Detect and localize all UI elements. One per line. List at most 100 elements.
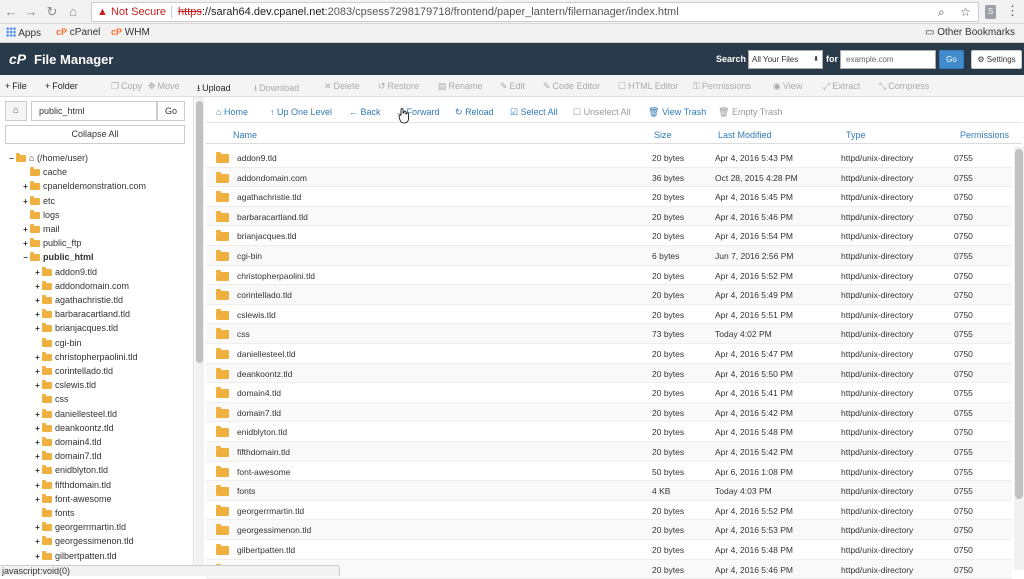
toolbar-download-button[interactable]: ⭳ Download [254, 81, 299, 97]
table-row[interactable]: christopherpaolini.tld 20 bytes Apr 4, 201… [206, 266, 1012, 286]
bookmark-cpanel[interactable]: cP cPanel [56, 27, 100, 38]
table-row[interactable]: daniellesteel.tld 20 bytes Apr 4, 2016 5:4… [206, 344, 1012, 364]
expand-icon[interactable]: + [22, 180, 29, 193]
browser-back-icon[interactable]: ← [4, 4, 18, 20]
browser-home-icon[interactable]: ⌂ [66, 4, 80, 20]
collapse-icon[interactable]: − [8, 152, 15, 165]
column-permissions[interactable]: Permissions [960, 130, 1009, 140]
table-row[interactable]: georgerrmartin.tld 20 bytes Apr 4, 2016 5:… [206, 501, 1012, 521]
tree-item[interactable]: + enidblyton.tld [34, 464, 108, 478]
toolbar-view-button[interactable]: ◉ View [773, 81, 802, 92]
tree-scroll-thumb[interactable] [196, 101, 203, 363]
expand-icon[interactable]: + [34, 479, 41, 492]
table-row[interactable]: deankoontz.tld 20 bytes Apr 4, 2016 5:50 P… [206, 363, 1012, 384]
search-input[interactable]: example.com [840, 50, 936, 69]
unselect-all-link[interactable]: ☐ Unselect All [573, 107, 631, 118]
tree-item[interactable]: cache [22, 166, 67, 180]
tree-item[interactable]: + font-awesome [34, 493, 112, 507]
table-row[interactable]: domain4.tld 20 bytes Apr 4, 2016 5:41 PM ht… [206, 383, 1012, 403]
column-type[interactable]: Type [846, 130, 866, 140]
table-row[interactable]: fifthdomain.tld 20 bytes Apr 4, 2016 5:42 … [206, 442, 1012, 462]
home-link[interactable]: ⌂ Home [216, 107, 248, 117]
search-go-button[interactable]: Go [939, 50, 964, 69]
expand-icon[interactable]: + [22, 223, 29, 236]
tree-item[interactable]: css [34, 393, 69, 407]
tree-item[interactable]: + addondomain.com [34, 280, 129, 294]
column-last-modified[interactable]: Last Modified [718, 130, 772, 140]
expand-icon[interactable]: + [34, 521, 41, 534]
tree-item[interactable]: cgi-bin [34, 337, 82, 351]
bookmark-other[interactable]: ▭ Other Bookmarks [925, 27, 1015, 38]
address-bar[interactable]: ▲ Not Secure https://sarah64.dev.cpanel.… [91, 2, 979, 22]
expand-icon[interactable]: + [34, 351, 41, 364]
table-row[interactable]: addondomain.com 36 bytes Oct 28, 2015 4:28… [206, 167, 1012, 188]
table-row[interactable]: domain7.tld 20 bytes Apr 4, 2016 5:42 PM ht… [206, 402, 1012, 423]
bookmark-whm[interactable]: cP WHM [111, 27, 150, 38]
file-list-scrollbar[interactable] [1014, 147, 1024, 570]
toolbar-delete-button[interactable]: ✕ Delete [324, 81, 360, 92]
expand-icon[interactable]: + [34, 365, 41, 378]
up-one-level-link[interactable]: ↑ Up One Level [270, 107, 332, 117]
toolbar-edit-button[interactable]: ✎ Edit [500, 81, 525, 92]
expand-icon[interactable]: + [34, 408, 41, 421]
path-input[interactable]: public_html [31, 101, 157, 121]
reload-link[interactable]: ↻ Reload [455, 107, 494, 118]
table-row[interactable]: agathachristie.tld 20 bytes Apr 4, 2016 5:… [206, 187, 1012, 207]
home-icon[interactable]: ⌂ [5, 101, 27, 121]
toolbar-folder-button[interactable]: + Folder [45, 81, 78, 91]
bookmark-apps[interactable]: Apps [6, 27, 41, 39]
tree-item[interactable]: + deankoontz.tld [34, 422, 114, 436]
expand-icon[interactable]: + [34, 266, 41, 279]
browser-forward-icon[interactable]: → [24, 4, 38, 20]
table-row[interactable]: brianjacques.tld 20 bytes Apr 4, 2016 5:54… [206, 226, 1012, 246]
toolbar-extract-button[interactable]: ⤢ Extract [823, 81, 860, 92]
empty-trash-link[interactable]: 🗑 Empty Trash [718, 107, 782, 118]
toolbar-file-button[interactable]: + File [5, 81, 27, 91]
view-trash-link[interactable]: 🗑 View Trash [648, 107, 706, 118]
tree-item[interactable]: + barbaracartland.tld [34, 308, 130, 322]
tree-item[interactable]: − public_html [22, 251, 94, 265]
column-name[interactable]: Name [233, 130, 257, 140]
expand-icon[interactable]: + [34, 294, 41, 307]
expand-icon[interactable]: + [34, 550, 41, 563]
collapse-all-button[interactable]: Collapse All [5, 125, 185, 144]
browser-reload-icon[interactable]: ↻ [45, 4, 59, 20]
toolbar-rename-button[interactable]: ▤ Rename [438, 81, 483, 92]
expand-icon[interactable]: + [34, 308, 41, 321]
toolbar-restore-button[interactable]: ↺ Restore [378, 81, 419, 92]
tree-item[interactable]: + public_ftp [22, 237, 82, 251]
expand-icon[interactable]: + [34, 280, 41, 293]
expand-icon[interactable]: + [34, 379, 41, 392]
column-size[interactable]: Size [654, 130, 672, 140]
settings-button[interactable]: ⚙ Settings [971, 50, 1022, 69]
tree-item[interactable]: + agathachristie.tld [34, 294, 123, 308]
table-row[interactable]: corintellado.tld 20 bytes Apr 4, 2016 5:49… [206, 285, 1012, 305]
tree-item[interactable]: + christopherpaolini.tld [34, 351, 138, 365]
select-all-link[interactable]: ☑ Select All [510, 107, 558, 118]
tree-item[interactable]: + daniellesteel.tld [34, 408, 117, 422]
toolbar-permissions-button[interactable]: ⚿ Permissions [693, 81, 751, 92]
toolbar-code-editor-button[interactable]: ✎ Code Editor [543, 81, 600, 92]
extension-icon[interactable]: S [985, 5, 996, 19]
expand-icon[interactable]: + [34, 322, 41, 335]
tree-item[interactable]: + cslewis.tld [34, 379, 96, 393]
tree-item[interactable]: logs [22, 209, 60, 223]
not-secure-warning[interactable]: ▲ Not Secure [97, 3, 166, 21]
expand-icon[interactable]: + [34, 464, 41, 477]
tree-item[interactable]: + georgerrmartin.tld [34, 521, 126, 535]
toolbar-html-editor-button[interactable]: ☐ HTML Editor [618, 81, 678, 92]
table-row[interactable]: fonts 4 KB Today 4:03 PM httpd/unix-directo… [206, 481, 1012, 501]
tree-item[interactable]: + domain7.tld [34, 450, 102, 464]
tree-item[interactable]: + domain4.tld [34, 436, 102, 450]
tree-item[interactable]: fonts [34, 507, 75, 521]
browser-menu-icon[interactable]: ⋮ [1006, 3, 1019, 19]
expand-icon[interactable]: + [34, 436, 41, 449]
search-scope-select[interactable]: All Your Files ⬍ [748, 50, 823, 69]
toolbar-upload-button[interactable]: ⭳ Upload [197, 81, 231, 97]
collapse-icon[interactable]: − [22, 251, 29, 264]
table-row[interactable]: css 73 bytes Today 4:02 PM httpd/unix-direc… [206, 324, 1012, 344]
tree-item[interactable]: + cpaneldemonstration.com [22, 180, 146, 194]
tree-item[interactable]: + georgessimenon.tld [34, 535, 134, 549]
table-row[interactable]: cslewis.tld 20 bytes Apr 4, 2016 5:51 PM ht… [206, 305, 1012, 325]
tree-item[interactable]: + fifthdomain.tld [34, 479, 111, 493]
